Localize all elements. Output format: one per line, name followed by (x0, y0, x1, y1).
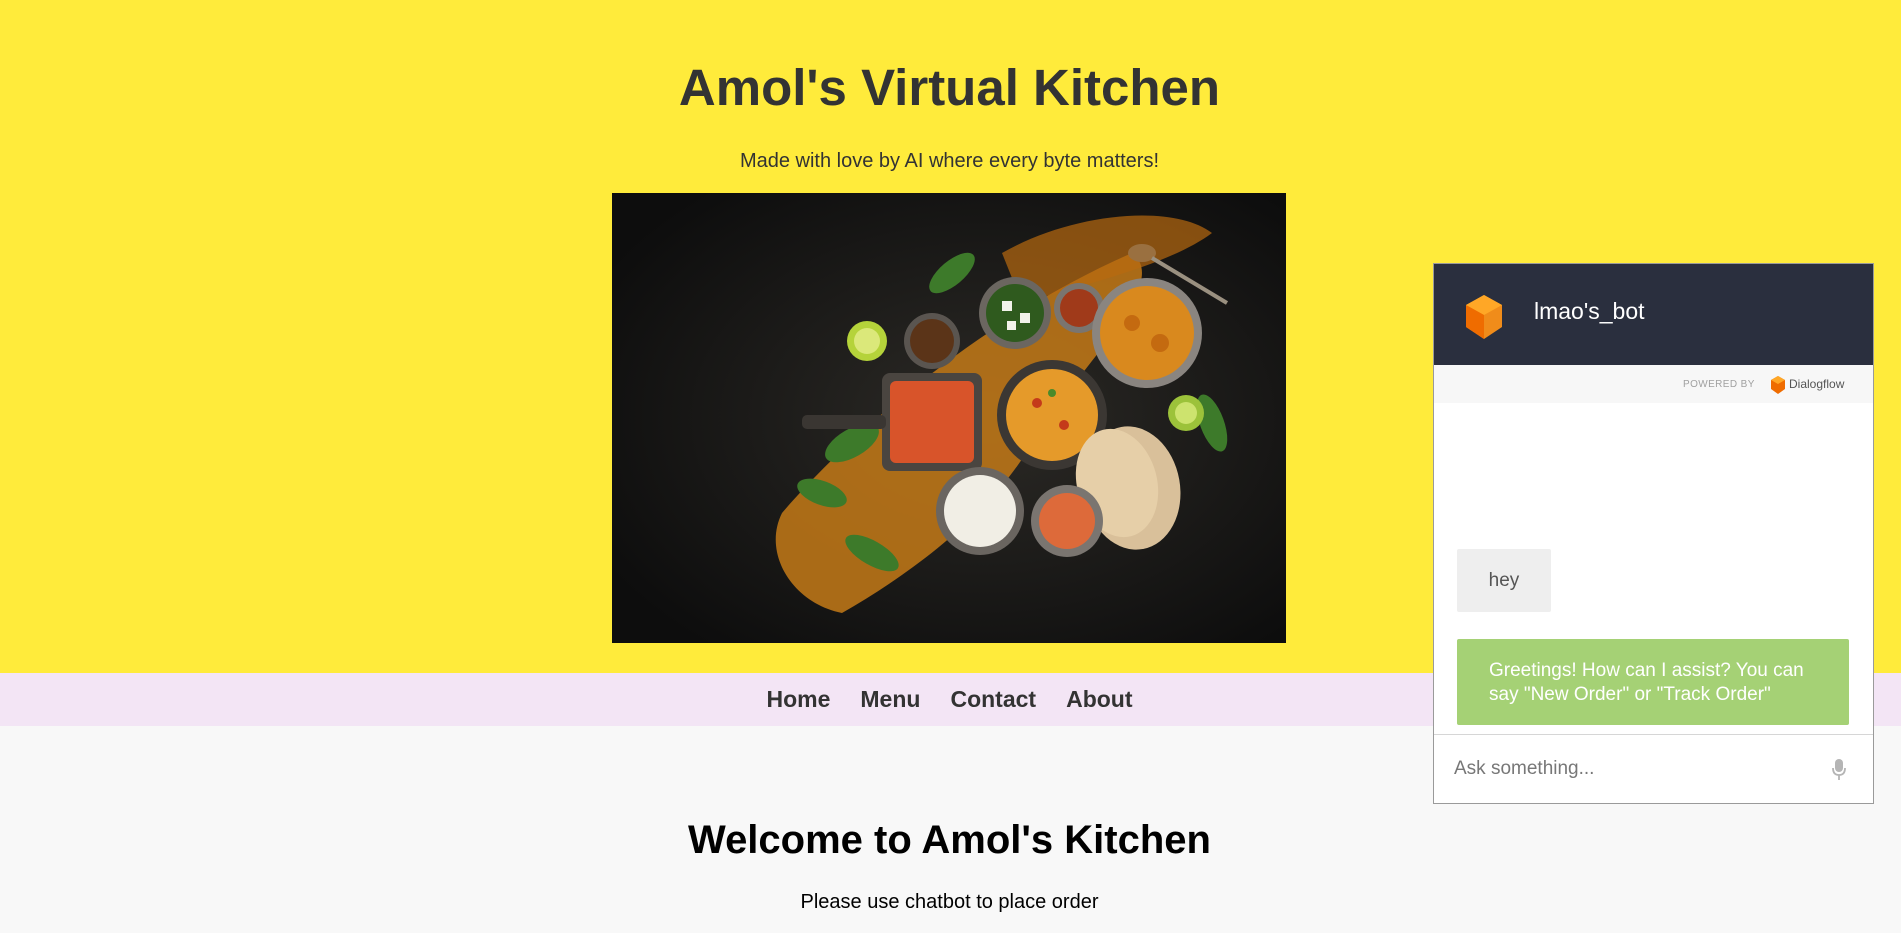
powered-by-text: POWERED BY (1683, 379, 1755, 390)
nav-home-link[interactable]: Home (766, 686, 830, 712)
nav-menu-link[interactable]: Menu (860, 686, 920, 712)
welcome-subtitle: Please use chatbot to place order (800, 891, 1099, 913)
chatbot-widget: lmao's_bot POWERED BY Dialogflow hey Gre… (1433, 263, 1874, 804)
nav-contact-link[interactable]: Contact (950, 686, 1036, 712)
provider-name: Dialogflow (1789, 377, 1845, 391)
chat-input-row (1434, 734, 1873, 803)
bot-message: Greetings! How can I assist? You can say… (1457, 639, 1849, 725)
site-title: Amol's Virtual Kitchen (678, 59, 1221, 116)
nav-about-link[interactable]: About (1066, 686, 1132, 712)
chat-input[interactable] (1454, 751, 1804, 787)
microphone-icon[interactable] (1832, 759, 1846, 781)
hero-image (612, 193, 1286, 643)
site-tagline: Made with love by AI where every byte ma… (739, 150, 1160, 172)
bot-name: lmao's_bot (1534, 298, 1645, 324)
chat-header: lmao's_bot (1434, 264, 1873, 365)
dialogflow-logo-icon (1771, 376, 1785, 394)
powered-by-bar: POWERED BY Dialogflow (1434, 365, 1873, 403)
bot-avatar-icon (1466, 295, 1502, 339)
food-photo (612, 193, 1286, 643)
welcome-title: Welcome to Amol's Kitchen (688, 818, 1211, 862)
user-message: hey (1457, 549, 1551, 612)
